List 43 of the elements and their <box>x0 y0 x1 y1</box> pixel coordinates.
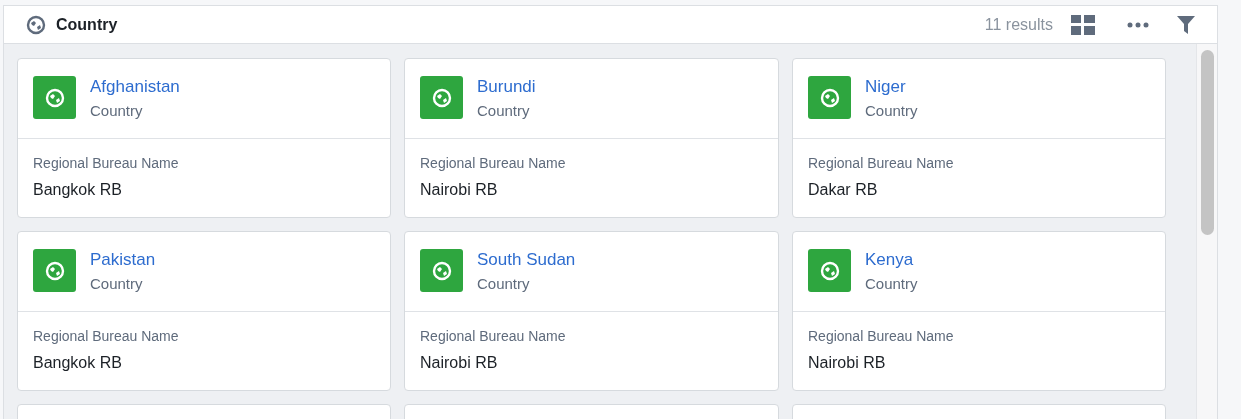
globe-icon <box>420 76 463 119</box>
field-label: Regional Bureau Name <box>420 155 566 171</box>
field-value: Nairobi RB <box>808 354 886 372</box>
field-value: Nairobi RB <box>420 181 498 199</box>
scrollbar-thumb[interactable] <box>1200 50 1214 235</box>
country-link[interactable]: Burundi <box>477 77 536 97</box>
more-options-icon[interactable] <box>1127 21 1149 28</box>
result-count: 11 results <box>984 15 1053 34</box>
country-link[interactable]: Kenya <box>865 250 914 270</box>
country-card[interactable]: Burundi Country Regional Bureau Name Nairobi RB <box>404 58 779 218</box>
field-label: Regional Bureau Name <box>33 155 179 171</box>
field-label: Regional Bureau Name <box>33 328 179 344</box>
field-value: Bangkok RB <box>33 354 122 372</box>
grid-view-icon[interactable] <box>1071 14 1095 35</box>
object-type: Country <box>90 102 143 119</box>
object-type: Country <box>90 275 143 292</box>
object-type: Country <box>865 102 918 119</box>
country-card[interactable]: Niger Country Regional Bureau Name Dakar RB <box>792 58 1166 218</box>
object-type: Country <box>477 102 530 119</box>
globe-icon <box>33 76 76 119</box>
country-card[interactable]: South Sudan Country Regional Bureau Name Nairobi RB <box>404 231 779 391</box>
globe-icon <box>26 14 46 35</box>
filter-icon[interactable] <box>1177 15 1195 34</box>
field-value: Bangkok RB <box>33 181 122 199</box>
country-link[interactable]: Afghanistan <box>90 77 180 97</box>
field-label: Regional Bureau Name <box>808 328 954 344</box>
field-label: Regional Bureau Name <box>420 328 566 344</box>
field-value: Nairobi RB <box>420 354 498 372</box>
country-link[interactable]: Pakistan <box>90 250 156 270</box>
object-type: Country <box>865 275 918 292</box>
globe-icon <box>808 76 851 119</box>
country-card[interactable]: Kenya Country Regional Bureau Name Nairobi RB <box>792 231 1166 391</box>
object-type: Country <box>477 275 530 292</box>
country-link[interactable]: Niger <box>865 77 906 97</box>
globe-icon <box>808 249 851 292</box>
globe-icon <box>420 249 463 292</box>
country-card[interactable]: Pakistan Country Regional Bureau Name Bangkok RB <box>17 231 391 391</box>
globe-icon <box>33 249 76 292</box>
country-link[interactable]: South Sudan <box>477 250 576 270</box>
panel-title: Country <box>56 15 118 34</box>
field-value: Dakar RB <box>808 181 878 199</box>
country-card[interactable]: Afghanistan Country Regional Bureau Name Bangkok RB <box>17 58 391 218</box>
field-label: Regional Bureau Name <box>808 155 954 171</box>
